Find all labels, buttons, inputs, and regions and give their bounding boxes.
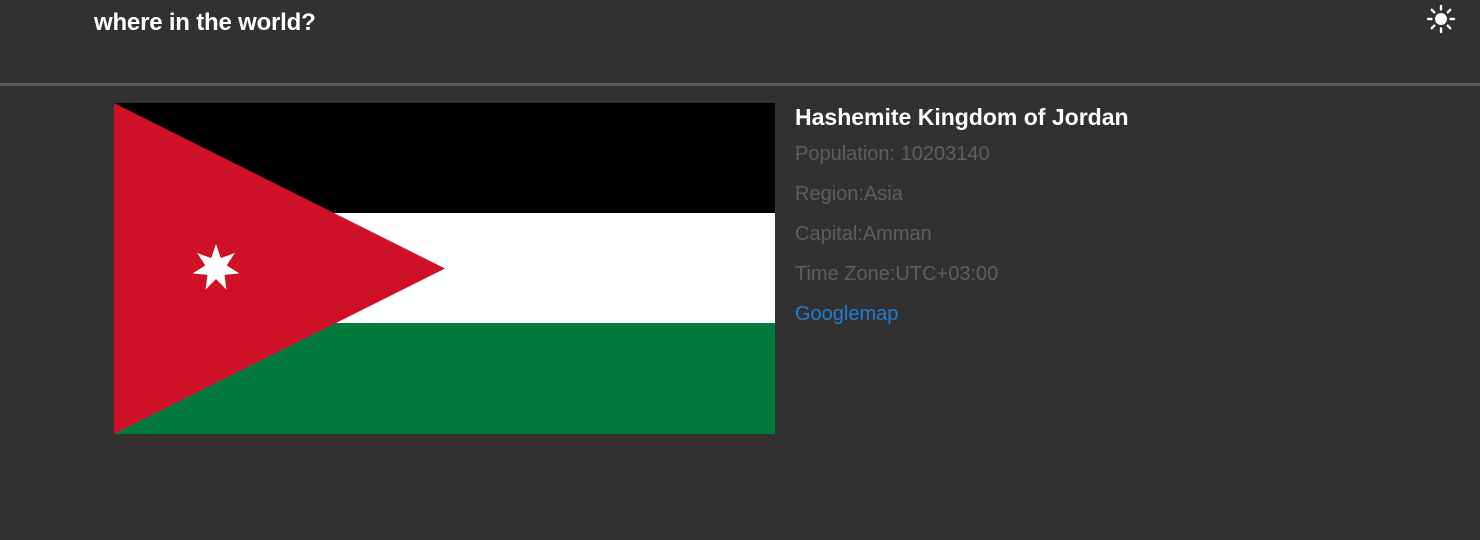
region-label: Region:: [795, 183, 864, 205]
timezone-value: UTC+03:00: [895, 263, 999, 285]
app-title: where in the world?: [94, 9, 316, 36]
timezone-line: Time Zone:UTC+03:00: [795, 254, 1129, 294]
google-map-link[interactable]: Googlemap: [795, 294, 1129, 334]
country-details: Hashemite Kingdom of Jordan Population: …: [795, 100, 1129, 334]
jordan-flag-image: [114, 103, 775, 434]
population-value: 10203140: [900, 143, 990, 165]
sun-icon: [1426, 4, 1456, 34]
app-header: where in the world?: [0, 0, 1480, 83]
capital-value: Amman: [862, 223, 932, 245]
capital-line: Capital:Amman: [795, 214, 1129, 254]
region-value: Asia: [863, 183, 903, 205]
population-line: Population: 10203140: [795, 134, 1129, 174]
country-flag: [114, 103, 775, 434]
capital-label: Capital:: [795, 223, 863, 245]
country-name: Hashemite Kingdom of Jordan: [795, 104, 1129, 130]
header-divider: [0, 83, 1480, 86]
theme-toggle-button[interactable]: [1426, 4, 1456, 34]
timezone-label: Time Zone:: [795, 263, 896, 285]
region-line: Region:Asia: [795, 174, 1129, 214]
population-label: Population:: [795, 143, 901, 165]
